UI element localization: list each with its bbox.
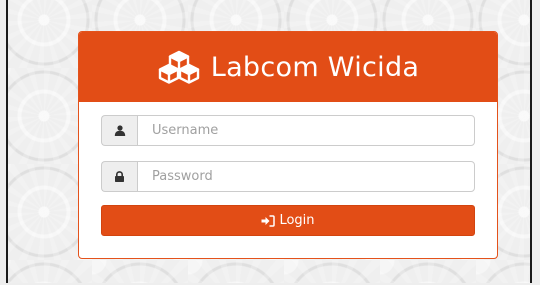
app-title: Labcom Wicida — [210, 51, 420, 83]
lock-icon — [114, 167, 125, 186]
username-group — [101, 115, 475, 146]
login-panel-header: Labcom Wicida — [79, 32, 497, 102]
sign-in-icon — [261, 214, 276, 227]
user-icon — [114, 121, 126, 140]
password-input[interactable] — [137, 161, 475, 192]
password-group — [101, 161, 475, 192]
username-input[interactable] — [137, 115, 475, 146]
login-button-label: Login — [279, 213, 315, 228]
username-addon — [101, 115, 137, 146]
cubes-icon — [157, 50, 201, 84]
login-panel: Labcom Wicida Username Login — [78, 31, 498, 259]
password-addon — [101, 161, 137, 192]
login-button[interactable]: Login — [101, 205, 475, 236]
page-frame: Labcom Wicida Username Login — [6, 0, 532, 283]
login-panel-body: Login — [79, 102, 497, 236]
